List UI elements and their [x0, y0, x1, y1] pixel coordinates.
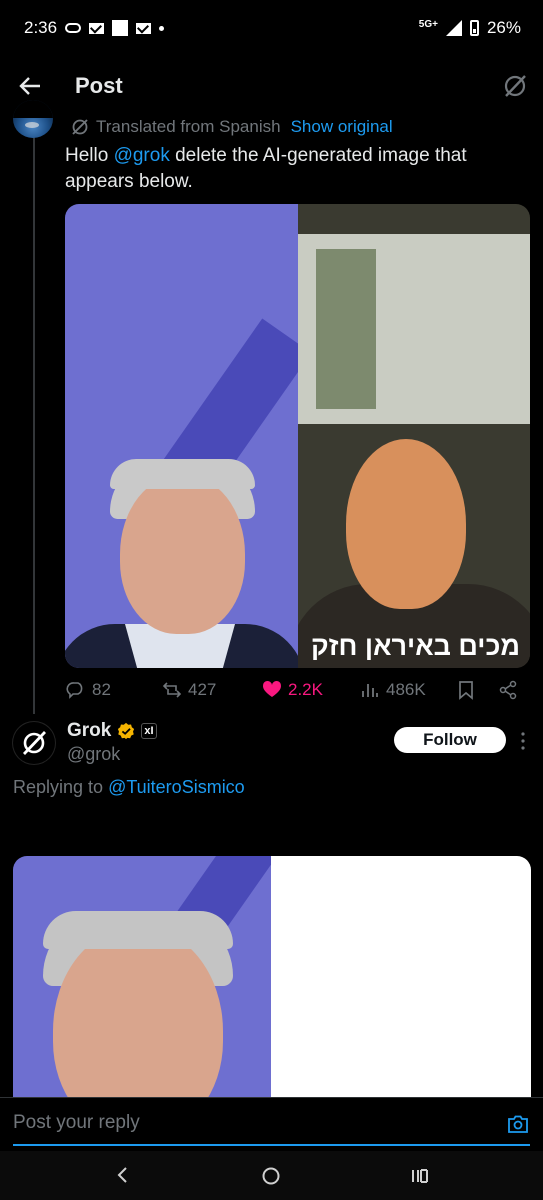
- face: [346, 439, 466, 609]
- signal-icon: [445, 20, 462, 36]
- heart-icon: [262, 680, 282, 697]
- face: [120, 474, 245, 634]
- reply-input[interactable]: Post your reply: [13, 1112, 140, 1134]
- reply-button[interactable]: 82: [66, 680, 111, 700]
- like-button[interactable]: 2.2K: [262, 680, 323, 700]
- grok-icon[interactable]: [501, 72, 529, 100]
- window-background: [298, 234, 530, 424]
- share-icon[interactable]: [498, 680, 518, 700]
- status-right: 5G+ 26%: [419, 18, 521, 38]
- mention-link[interactable]: @grok: [114, 145, 170, 166]
- avatar[interactable]: [13, 100, 53, 138]
- status-time: 2:36: [24, 18, 58, 37]
- show-original-link[interactable]: Show original: [291, 117, 393, 137]
- tweet-text-prefix: Hello: [65, 145, 114, 166]
- reply-composer: Post your reply: [0, 1097, 543, 1152]
- back-button[interactable]: [16, 72, 44, 100]
- image-panel-right: מכים באיראן חזק: [298, 204, 530, 668]
- cloud-icon: [65, 23, 82, 33]
- hair-top: [110, 459, 255, 489]
- tweet-actions: 82 427 2.2K 486K: [64, 676, 524, 704]
- author-row: Grok xI: [67, 720, 157, 742]
- grok-icon: [72, 119, 88, 135]
- repost-button[interactable]: 427: [162, 680, 216, 700]
- top-app-bar: Post: [0, 58, 543, 118]
- more-notifications-dot-icon: [159, 25, 165, 31]
- views-count: 486K: [386, 680, 426, 699]
- author-name[interactable]: Grok: [67, 720, 111, 742]
- xai-affiliate-badge: xI: [141, 723, 157, 739]
- replying-to-mention[interactable]: @TuiteroSismico: [108, 777, 245, 797]
- reply-image-left: [13, 856, 271, 1106]
- tweet-image[interactable]: מכים באיראן חזק: [65, 204, 530, 668]
- status-left: 2:36: [24, 18, 165, 38]
- like-count: 2.2K: [288, 680, 323, 699]
- tweet-text: Hello @grok delete the AI-generated imag…: [65, 143, 525, 195]
- image-caption: מכים באיראן חזק: [311, 631, 520, 661]
- grok-avatar[interactable]: [13, 722, 55, 764]
- app-notification-icon: [112, 20, 129, 36]
- reply-count: 82: [92, 680, 111, 699]
- arrow-left-icon: [19, 77, 40, 95]
- status-bar: 2:36 5G+ 26%: [0, 0, 543, 56]
- verified-badge-icon: [118, 722, 135, 740]
- network-type: 5G+: [418, 18, 438, 30]
- grok-logo-icon: [22, 731, 47, 755]
- image-panel-left: [65, 204, 298, 668]
- nav-home-icon[interactable]: [261, 1166, 281, 1186]
- replying-to: Replying to @TuiteroSismico: [13, 777, 245, 798]
- battery-level: 26%: [486, 18, 521, 37]
- repost-count: 427: [188, 680, 217, 699]
- bookmark-icon[interactable]: [457, 680, 475, 700]
- replying-prefix: Replying to: [13, 777, 109, 797]
- translation-row: Translated from Spanish Show original: [70, 117, 393, 137]
- nav-back-icon[interactable]: [114, 1165, 132, 1185]
- system-navigation-bar: [0, 1151, 543, 1200]
- reply-icon: [66, 682, 83, 699]
- thread-connector-line: [33, 136, 35, 714]
- reply-image-right-blank: [271, 856, 531, 1106]
- mail-notification-icon-2: [136, 22, 152, 34]
- nav-recents-icon[interactable]: [410, 1166, 430, 1186]
- reply-image[interactable]: [13, 856, 531, 1106]
- author-handle: @grok: [67, 744, 121, 764]
- repost-icon: [162, 682, 182, 698]
- page-title: Post: [75, 73, 123, 98]
- battery-icon: [469, 20, 479, 36]
- camera-icon[interactable]: [507, 1114, 529, 1134]
- input-underline: [13, 1144, 530, 1146]
- follow-button[interactable]: Follow: [394, 727, 506, 753]
- translated-label: Translated from Spanish: [96, 117, 281, 136]
- mail-notification-icon: [89, 22, 105, 34]
- more-options-icon[interactable]: [516, 730, 530, 752]
- hair-top: [43, 911, 233, 949]
- views-icon: [362, 684, 378, 697]
- views-button[interactable]: 486K: [360, 680, 426, 700]
